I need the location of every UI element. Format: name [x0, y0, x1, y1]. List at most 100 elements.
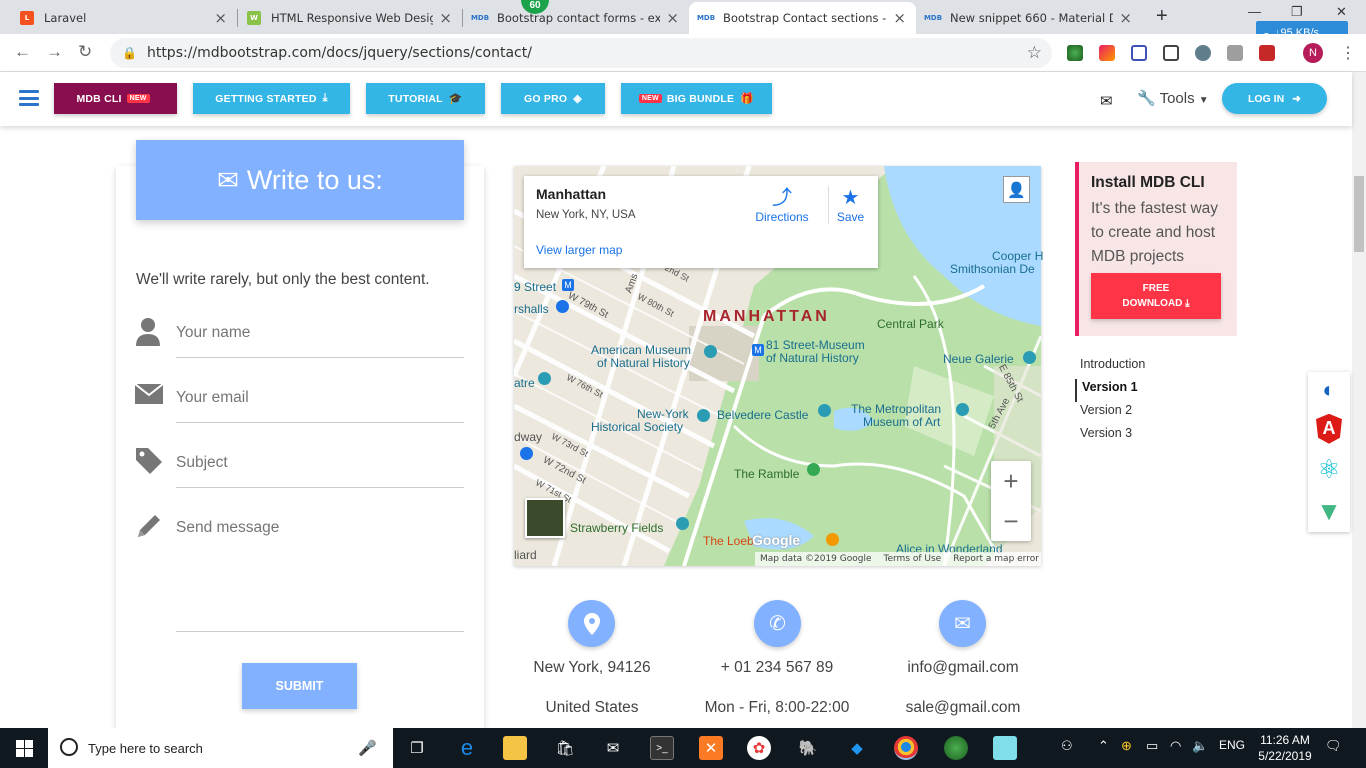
message-field[interactable]: Send message: [134, 511, 464, 632]
bookmark-star-icon[interactable]: ☆: [1027, 43, 1042, 63]
envelope-icon[interactable]: ✉: [1100, 92, 1113, 110]
close-tab-icon[interactable]: ×: [1119, 9, 1132, 27]
edge-icon[interactable]: e: [455, 735, 479, 760]
taskbar-search[interactable]: Type here to search 🎤: [48, 728, 393, 768]
map-label-loeb: The Loeb: [703, 534, 754, 548]
extension-color-icon[interactable]: [1099, 45, 1115, 61]
submit-button[interactable]: SUBMIT: [242, 663, 357, 709]
browser-menu-icon[interactable]: ⋮: [1340, 43, 1356, 63]
input-underline: [176, 357, 464, 358]
xampp-icon[interactable]: ✕: [699, 736, 723, 760]
big-bundle-button[interactable]: NEW BIG BUNDLE 🎁: [621, 83, 772, 114]
toc-item-version-1[interactable]: Version 1: [1075, 379, 1145, 402]
button-label: TUTORIAL: [388, 92, 443, 105]
close-window-icon[interactable]: ✕: [1336, 4, 1347, 20]
terminal-icon[interactable]: >_: [650, 736, 674, 760]
maximize-icon[interactable]: ❐: [1291, 4, 1303, 20]
forward-icon[interactable]: →: [46, 42, 63, 62]
notifications-icon[interactable]: 🗨: [1325, 738, 1342, 754]
browser-tab-w3schools[interactable]: W HTML Responsive Web Design ×: [237, 2, 462, 34]
toc-item-version-2[interactable]: Version 2: [1075, 402, 1145, 425]
getting-started-button[interactable]: GETTING STARTED ⤓: [193, 83, 350, 114]
wifi-icon[interactable]: ◠: [1170, 738, 1181, 754]
minimize-icon[interactable]: —: [1248, 4, 1261, 19]
task-view-icon[interactable]: ❐: [405, 736, 429, 760]
angular-icon[interactable]: A: [1316, 413, 1342, 444]
save-place-button[interactable]: ★ Save: [828, 186, 872, 224]
extension-globe-icon[interactable]: [1067, 45, 1083, 61]
camera-icon[interactable]: [1227, 45, 1243, 61]
login-button[interactable]: LOG IN ➜: [1222, 83, 1327, 114]
toc-item-introduction[interactable]: Introduction: [1075, 356, 1145, 379]
mdb-cli-button[interactable]: MDB CLI NEW: [54, 83, 177, 114]
terms-of-use-link[interactable]: Terms of Use: [884, 554, 942, 564]
jquery-icon[interactable]: ◐: [1322, 377, 1335, 403]
address-bar[interactable]: 🔒 https://mdbootstrap.com/docs/jquery/se…: [110, 38, 1052, 68]
new-tab-button[interactable]: +: [1156, 5, 1168, 28]
input-underline: [176, 631, 464, 632]
vue-icon[interactable]: ▼: [1316, 496, 1342, 527]
phone-number: + 01 234 567 89: [720, 659, 834, 676]
cortana-icon: [60, 738, 78, 756]
react-icon[interactable]: ⚛: [1317, 454, 1340, 485]
subject-field[interactable]: Subject: [134, 446, 464, 488]
map-label-amnh-1: American Museum: [591, 343, 692, 357]
pdf-icon[interactable]: [1259, 45, 1275, 61]
email-field[interactable]: Your email: [134, 381, 464, 423]
notes-app-icon[interactable]: [993, 736, 1017, 760]
office-hours: Mon - Fri, 8:00-22:00: [704, 699, 850, 716]
battery-icon[interactable]: ▭: [1146, 738, 1158, 754]
close-tab-icon[interactable]: ×: [214, 9, 227, 27]
browser-tab-contact-forms[interactable]: MDB Bootstrap contact forms - exampl ×: [463, 2, 689, 34]
close-tab-icon[interactable]: ×: [439, 9, 452, 27]
name-field[interactable]: Your name: [134, 316, 464, 358]
app-flower-icon[interactable]: ✿: [747, 736, 771, 760]
language-indicator[interactable]: ENG: [1219, 738, 1245, 752]
postgres-icon[interactable]: 🐘: [796, 736, 820, 760]
go-pro-button[interactable]: GO PRO ◈: [501, 83, 605, 114]
close-tab-icon[interactable]: ×: [893, 9, 906, 27]
toc-item-version-3[interactable]: Version 3: [1075, 425, 1145, 448]
view-larger-map-link[interactable]: View larger map: [536, 243, 622, 257]
store-icon[interactable]: 🛍: [553, 736, 577, 760]
show-hidden-icons-chevron-icon[interactable]: ⌃: [1098, 738, 1109, 754]
chrome-icon[interactable]: [894, 736, 918, 760]
zoom-out-button[interactable]: −: [991, 501, 1031, 541]
map-label-station-2: of Natural History: [766, 351, 859, 365]
tools-dropdown[interactable]: 🔧 Tools ▼: [1137, 89, 1209, 107]
google-logo: Google: [752, 532, 801, 548]
tutorial-button[interactable]: TUTORIAL 🎓: [366, 83, 485, 114]
scrollbar-thumb[interactable]: [1354, 176, 1364, 252]
browser-tab-snippet[interactable]: MDB New snippet 660 - Material Desig ×: [916, 2, 1142, 34]
wordpress-icon[interactable]: [1195, 45, 1211, 61]
close-tab-icon[interactable]: ×: [666, 9, 679, 27]
app-globe-icon[interactable]: [944, 736, 968, 760]
directions-button[interactable]: ⤴ Directions: [752, 186, 812, 224]
microphone-icon[interactable]: 🎤: [358, 739, 377, 757]
extension-screenshot-icon[interactable]: [1163, 45, 1179, 61]
page-scrollbar[interactable]: [1352, 72, 1366, 728]
satellite-toggle[interactable]: [525, 498, 565, 538]
browser-tab-laravel[interactable]: L Laravel ×: [10, 2, 237, 34]
map-label-nyhs-1: New-York: [637, 407, 689, 421]
button-label: MDB CLI: [76, 92, 122, 105]
extension-grid-icon[interactable]: [1131, 45, 1147, 61]
free-download-button[interactable]: FREE DOWNLOAD ⤓: [1091, 273, 1221, 319]
map-label-manhattan: MANHATTAN: [703, 308, 830, 325]
people-icon[interactable]: ⚇: [1061, 738, 1073, 754]
report-error-link[interactable]: Report a map error: [953, 554, 1039, 564]
mail-icon[interactable]: ✉: [601, 736, 625, 760]
volume-icon[interactable]: 🔈: [1192, 738, 1208, 754]
street-view-pegman-icon[interactable]: 👤: [1003, 176, 1030, 203]
hamburger-menu-icon[interactable]: [19, 90, 39, 106]
tray-app-icon[interactable]: ⊕: [1121, 738, 1132, 754]
system-clock[interactable]: 11:26 AM 5/22/2019: [1255, 732, 1315, 764]
browser-tab-contact-sections[interactable]: MDB Bootstrap Contact sections - exan ×: [689, 2, 916, 34]
profile-avatar[interactable]: N: [1303, 43, 1323, 63]
reload-icon[interactable]: ↻: [78, 42, 92, 62]
vscode-icon[interactable]: ◆: [845, 736, 869, 760]
windows-start-icon[interactable]: [16, 740, 33, 757]
back-icon[interactable]: ←: [14, 42, 31, 62]
zoom-in-button[interactable]: +: [991, 461, 1031, 501]
file-explorer-icon[interactable]: [503, 736, 527, 760]
